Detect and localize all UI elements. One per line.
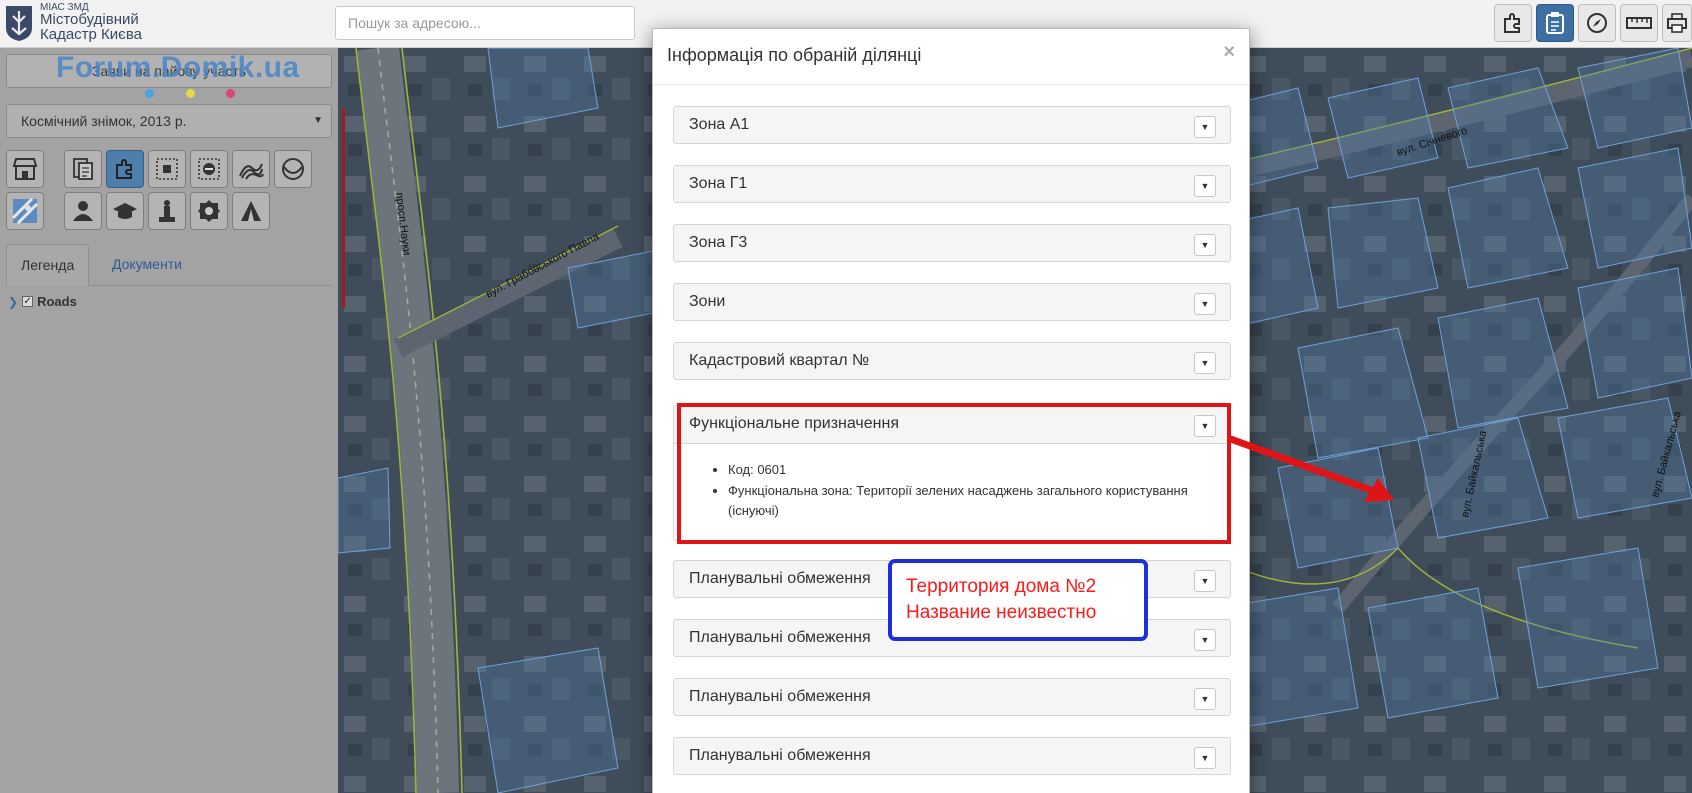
modal-title: Інформація по обраній ділянці — [667, 45, 922, 65]
tab-documents[interactable]: Документи — [98, 244, 196, 286]
panel-planning-restrictions[interactable]: Планувальні обмеження ▼ — [673, 678, 1231, 716]
puzzle-icon — [116, 159, 132, 179]
panel-zone-g3[interactable]: Зона Г3 ▼ — [673, 224, 1231, 262]
chevron-right-icon[interactable]: ❯ — [8, 295, 18, 309]
panel-title: Зони — [689, 293, 726, 310]
panel-title: Зона Г1 — [689, 175, 748, 192]
address-search-input[interactable] — [335, 6, 635, 40]
puzzle-tool-button[interactable] — [1494, 4, 1532, 42]
panel-cadastral-quarter[interactable]: Кадастровий квартал № ▼ — [673, 342, 1231, 380]
kyiv-emblem-icon — [6, 6, 32, 41]
panel-title: Кадастровий квартал № — [689, 352, 870, 369]
panel-title: Планувальні обмеження — [689, 688, 871, 705]
watermark-dot — [226, 89, 235, 98]
relief-layer-button[interactable] — [232, 150, 270, 188]
shop-layer-button[interactable] — [6, 150, 44, 188]
compass-icon — [1587, 13, 1607, 33]
panel-zone-g1[interactable]: Зона Г1 ▼ — [673, 165, 1231, 203]
education-layer-button[interactable] — [106, 192, 144, 230]
sidebar-tabs: Легенда Документи — [6, 244, 332, 286]
clipboard-tool-button[interactable] — [1536, 4, 1574, 42]
restriction-layer-button[interactable] — [190, 150, 228, 188]
badge-icon — [198, 200, 220, 222]
tent-icon — [241, 201, 261, 221]
annotation-line: Название неизвестно — [906, 602, 1097, 623]
globe-layer-button[interactable] — [274, 150, 312, 188]
user-icon — [73, 201, 93, 221]
panel-zone-a1[interactable]: Зона А1 ▼ — [673, 106, 1231, 144]
grid-pattern-icon — [156, 158, 178, 180]
ruler-tool-button[interactable] — [1620, 4, 1658, 42]
caret-down-icon[interactable]: ▼ — [1194, 234, 1216, 256]
watermark-dot — [145, 89, 154, 98]
logo-title-line2: Кадастр Києва — [40, 26, 142, 43]
annotation-callout: Территория дома №2 Название неизвестно — [888, 559, 1148, 641]
caret-down-icon[interactable]: ▼ — [1194, 688, 1216, 710]
caret-down-icon[interactable]: ▼ — [1194, 175, 1216, 197]
panel-title: Планувальні обмеження — [689, 570, 871, 587]
watermark-dot — [186, 89, 195, 98]
parcel-layer-button[interactable] — [106, 150, 144, 188]
map-icon — [12, 198, 38, 224]
caret-down-icon[interactable]: ▼ — [1194, 629, 1216, 651]
globe-icon — [282, 158, 304, 180]
annotation-line: Территория дома №2 — [906, 576, 1097, 597]
legend-item-label: Roads — [37, 294, 77, 309]
panel-zones[interactable]: Зони ▼ — [673, 283, 1231, 321]
basemap-select-value: Космічний знімок, 2013 р. — [21, 113, 187, 129]
caret-down-icon[interactable]: ▼ — [1194, 747, 1216, 769]
basemap-select[interactable]: Космічний знімок, 2013 р. ▼ — [6, 104, 332, 138]
tab-legend[interactable]: Легенда — [6, 244, 90, 286]
people-layer-button[interactable] — [64, 192, 102, 230]
caret-down-icon[interactable]: ▼ — [1194, 570, 1216, 592]
left-sidebar: Заяви на пайову участь Forum.Domik.ua Ко… — [0, 48, 338, 793]
logo[interactable]: МІАС ЗМД Містобудівний Кадастр Києва — [4, 2, 154, 44]
caret-down-icon[interactable]: ▼ — [1194, 293, 1216, 315]
print-icon — [1667, 13, 1687, 33]
clipboard-icon — [1546, 12, 1564, 34]
annotation-arrow-icon — [1226, 434, 1394, 502]
legend-item-roads[interactable]: ❯ ✓ Roads — [8, 294, 77, 309]
panel-planning-restrictions[interactable]: Планувальні обмеження ▼ — [673, 737, 1231, 775]
roads-checkbox[interactable]: ✓ — [22, 296, 34, 307]
highlight-frame — [677, 403, 1231, 544]
zoning-layer-button[interactable] — [148, 150, 186, 188]
graduation-cap-icon — [113, 203, 137, 219]
tent-layer-button[interactable] — [232, 192, 270, 230]
puzzle-icon — [1504, 13, 1520, 33]
panel-title: Зона Г3 — [689, 234, 748, 251]
shop-icon — [12, 158, 38, 180]
map-layer-button[interactable] — [6, 192, 44, 230]
police-layer-button[interactable] — [190, 192, 228, 230]
caret-down-icon[interactable]: ▼ — [1194, 116, 1216, 138]
print-tool-button[interactable] — [1662, 4, 1692, 42]
caret-down-icon: ▼ — [313, 115, 323, 126]
panel-title: Планувальні обмеження — [689, 629, 871, 646]
no-entry-icon — [198, 158, 220, 180]
panel-title: Планувальні обмеження — [689, 747, 871, 764]
contour-lines-icon — [239, 163, 264, 180]
modal-header: Інформація по обраній ділянці × — [653, 29, 1249, 85]
ruler-icon — [1626, 17, 1652, 29]
watermark: Forum.Domik.ua — [56, 51, 300, 84]
documents-icon — [73, 158, 93, 180]
monument-layer-button[interactable] — [148, 192, 186, 230]
monument-icon — [159, 200, 175, 222]
documents-layer-button[interactable] — [64, 150, 102, 188]
caret-down-icon[interactable]: ▼ — [1194, 352, 1216, 374]
close-icon[interactable]: × — [1223, 41, 1235, 64]
panel-title: Зона А1 — [689, 116, 750, 133]
parcel-info-modal: Інформація по обраній ділянці × Зона А1 … — [652, 28, 1250, 793]
compass-tool-button[interactable] — [1578, 4, 1616, 42]
